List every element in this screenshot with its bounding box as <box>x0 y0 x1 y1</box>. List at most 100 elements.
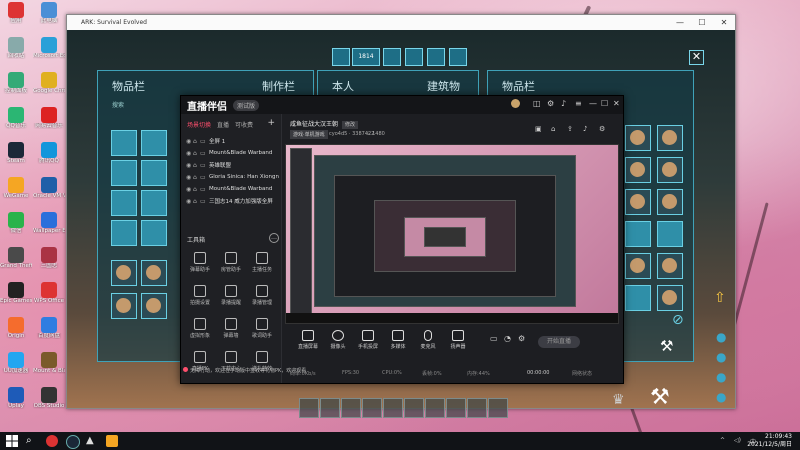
inventory-slot[interactable] <box>111 160 137 186</box>
crafting-tools-icon[interactable]: ⚒ <box>650 385 670 410</box>
eye-icon[interactable]: ◉ <box>186 198 193 205</box>
minimize-icon[interactable]: — <box>589 99 597 108</box>
speaker-icon[interactable]: ◁) <box>734 437 741 444</box>
scene-item[interactable]: ◉ ⌂ ▭ 英雄联盟 <box>181 159 281 171</box>
eye-icon[interactable]: ◉ <box>186 186 193 193</box>
desktop-icon[interactable]: Grand Theft Auto V <box>0 247 32 269</box>
tab-inventory-left[interactable]: 物品栏 <box>112 78 145 94</box>
stream-app-taskbar-icon[interactable] <box>106 435 118 447</box>
inventory-slot[interactable] <box>625 157 651 183</box>
game-top-slot[interactable] <box>427 48 445 66</box>
no-entry-icon[interactable]: ⊘ <box>672 312 684 328</box>
close-icon[interactable]: ✕ <box>713 18 735 27</box>
inventory-slot[interactable] <box>657 253 683 279</box>
desktop-icon[interactable]: Oracle VM VirtualBox <box>33 177 65 199</box>
more-icon[interactable]: … <box>269 233 279 243</box>
microphone-button[interactable]: 麦克风 <box>414 330 442 350</box>
desktop-icon[interactable]: 此电脑 <box>33 2 65 24</box>
settings-icon[interactable]: ⚙ <box>518 334 525 343</box>
stream-app-version[interactable]: 测试版 <box>233 99 260 111</box>
tool-item[interactable]: 录播提醒 <box>216 285 246 306</box>
inventory-slot[interactable] <box>657 285 683 311</box>
screen-capture-button[interactable]: 直播屏幕 <box>294 330 322 350</box>
inventory-slot[interactable] <box>625 221 651 247</box>
lock-icon[interactable]: ⌂ <box>193 162 200 169</box>
tool-item[interactable]: 拍摄设置 <box>185 285 215 306</box>
desktop-icon[interactable]: Google Chrome <box>33 72 65 94</box>
stream-preview[interactable] <box>285 144 619 324</box>
hotbar-slot[interactable] <box>404 398 424 418</box>
record-icon[interactable]: ▭ <box>490 334 498 343</box>
tool-item[interactable]: 主播任务 <box>247 252 277 273</box>
scene-item[interactable]: ◉⌂▭Gloria Sinica: Han Xiongnu Wars <box>181 171 281 183</box>
tab-paid[interactable]: 可收费 <box>235 120 253 129</box>
inventory-slot[interactable] <box>141 190 167 216</box>
lock-icon[interactable]: ⌂ <box>551 125 555 133</box>
game-close-icon[interactable]: ✕ <box>689 50 704 65</box>
inventory-slot[interactable] <box>625 285 651 311</box>
inventory-slot[interactable] <box>111 260 137 286</box>
start-live-button[interactable]: 开始直播 <box>538 336 580 348</box>
share-icon[interactable]: ⇪ <box>567 125 573 133</box>
desktop-icon[interactable]: 回收站 <box>0 37 32 59</box>
lock-icon[interactable]: ⌂ <box>193 150 200 157</box>
tool-item[interactable]: 弹幕助手 <box>185 252 215 273</box>
inventory-slot[interactable] <box>141 260 167 286</box>
hotbar-slot[interactable] <box>320 398 340 418</box>
desktop-icon[interactable]: Epic Games <box>0 282 32 304</box>
notification-icon[interactable]: ♪ <box>583 125 587 133</box>
game-top-slot[interactable] <box>332 48 350 66</box>
desktop-icon[interactable]: UU加速器 <box>0 352 32 374</box>
speaker-button[interactable]: 扬声器 <box>444 330 472 350</box>
menu-icon[interactable]: ≡ <box>575 99 582 108</box>
lock-icon[interactable]: ⌂ <box>193 186 200 193</box>
scene-item[interactable]: ◉ ⌂ ▭ Mount&Blade Warband <box>181 147 281 159</box>
desktop-icon[interactable]: 百度网盘 <box>33 317 65 339</box>
bell-icon[interactable]: ♪ <box>561 99 566 108</box>
inventory-slot[interactable] <box>141 293 167 319</box>
steam-icon[interactable] <box>66 435 80 449</box>
close-icon[interactable]: ✕ <box>613 99 620 108</box>
tool-item[interactable]: 弹幕墙 <box>216 318 246 339</box>
game-titlebar[interactable]: ARK: Survival Evolved — ☐ ✕ <box>67 15 735 30</box>
inventory-slot[interactable] <box>625 189 651 215</box>
tab-live[interactable]: 直播 <box>217 120 229 129</box>
desktop-icon[interactable]: 微信 <box>0 212 32 234</box>
stream-app-titlebar[interactable]: 直播伴侣 测试版 ◫ ⚙ ♪ ≡ — ☐ ✕ <box>181 96 623 114</box>
gift-icon[interactable]: ◫ <box>533 99 541 108</box>
room-category[interactable]: 游戏·单机游戏 <box>290 130 328 139</box>
hotbar-slot[interactable] <box>341 398 361 418</box>
desktop-icon[interactable]: Origin <box>0 317 32 339</box>
hotbar-slot[interactable] <box>446 398 466 418</box>
tool-item[interactable]: 歌词助手 <box>247 318 277 339</box>
inventory-slot[interactable] <box>141 130 167 156</box>
hotbar-slot[interactable] <box>383 398 403 418</box>
lock-icon[interactable]: ⌂ <box>193 198 200 205</box>
hotbar-slot[interactable] <box>488 398 508 418</box>
tab-scenes[interactable]: 场景切换 <box>187 120 211 129</box>
hotbar-slot[interactable] <box>467 398 487 418</box>
desktop-icon[interactable]: OBS Studio <box>33 387 65 409</box>
desktop-icon[interactable]: WPS Office <box>33 282 65 304</box>
desktop-icon[interactable]: 腾讯QQ <box>33 142 65 164</box>
tab-structures[interactable]: 建筑物 <box>427 78 460 94</box>
lock-icon[interactable]: ⌂ <box>193 138 200 145</box>
eye-icon[interactable]: ◉ <box>186 138 193 145</box>
scene-item[interactable]: ◉ ⌂ ▭ Mount&Blade Warband <box>181 183 281 195</box>
settings-icon[interactable]: ⚙ <box>599 125 605 133</box>
system-clock[interactable]: 21:09:43 2021/12/5/周日 <box>747 433 792 449</box>
inventory-slot[interactable] <box>141 220 167 246</box>
hotbar-slot[interactable] <box>362 398 382 418</box>
game-top-slot[interactable] <box>405 48 423 66</box>
desktop-icon[interactable]: WeGame <box>0 177 32 199</box>
inventory-slot[interactable] <box>141 160 167 186</box>
add-scene-icon[interactable]: + <box>267 119 275 129</box>
ark-app-icon[interactable]: ▲ <box>86 435 98 447</box>
tray-arrow-icon[interactable]: ^ <box>720 437 725 444</box>
tab-inventory-right[interactable]: 物品栏 <box>502 78 535 94</box>
maximize-icon[interactable]: ☐ <box>601 99 608 108</box>
desktop-icon[interactable]: 三国志 <box>33 247 65 269</box>
tool-item[interactable]: 录播管理 <box>247 285 277 306</box>
inventory-slot[interactable] <box>111 220 137 246</box>
desktop-icon[interactable]: Wallpaper Engine <box>33 212 65 234</box>
